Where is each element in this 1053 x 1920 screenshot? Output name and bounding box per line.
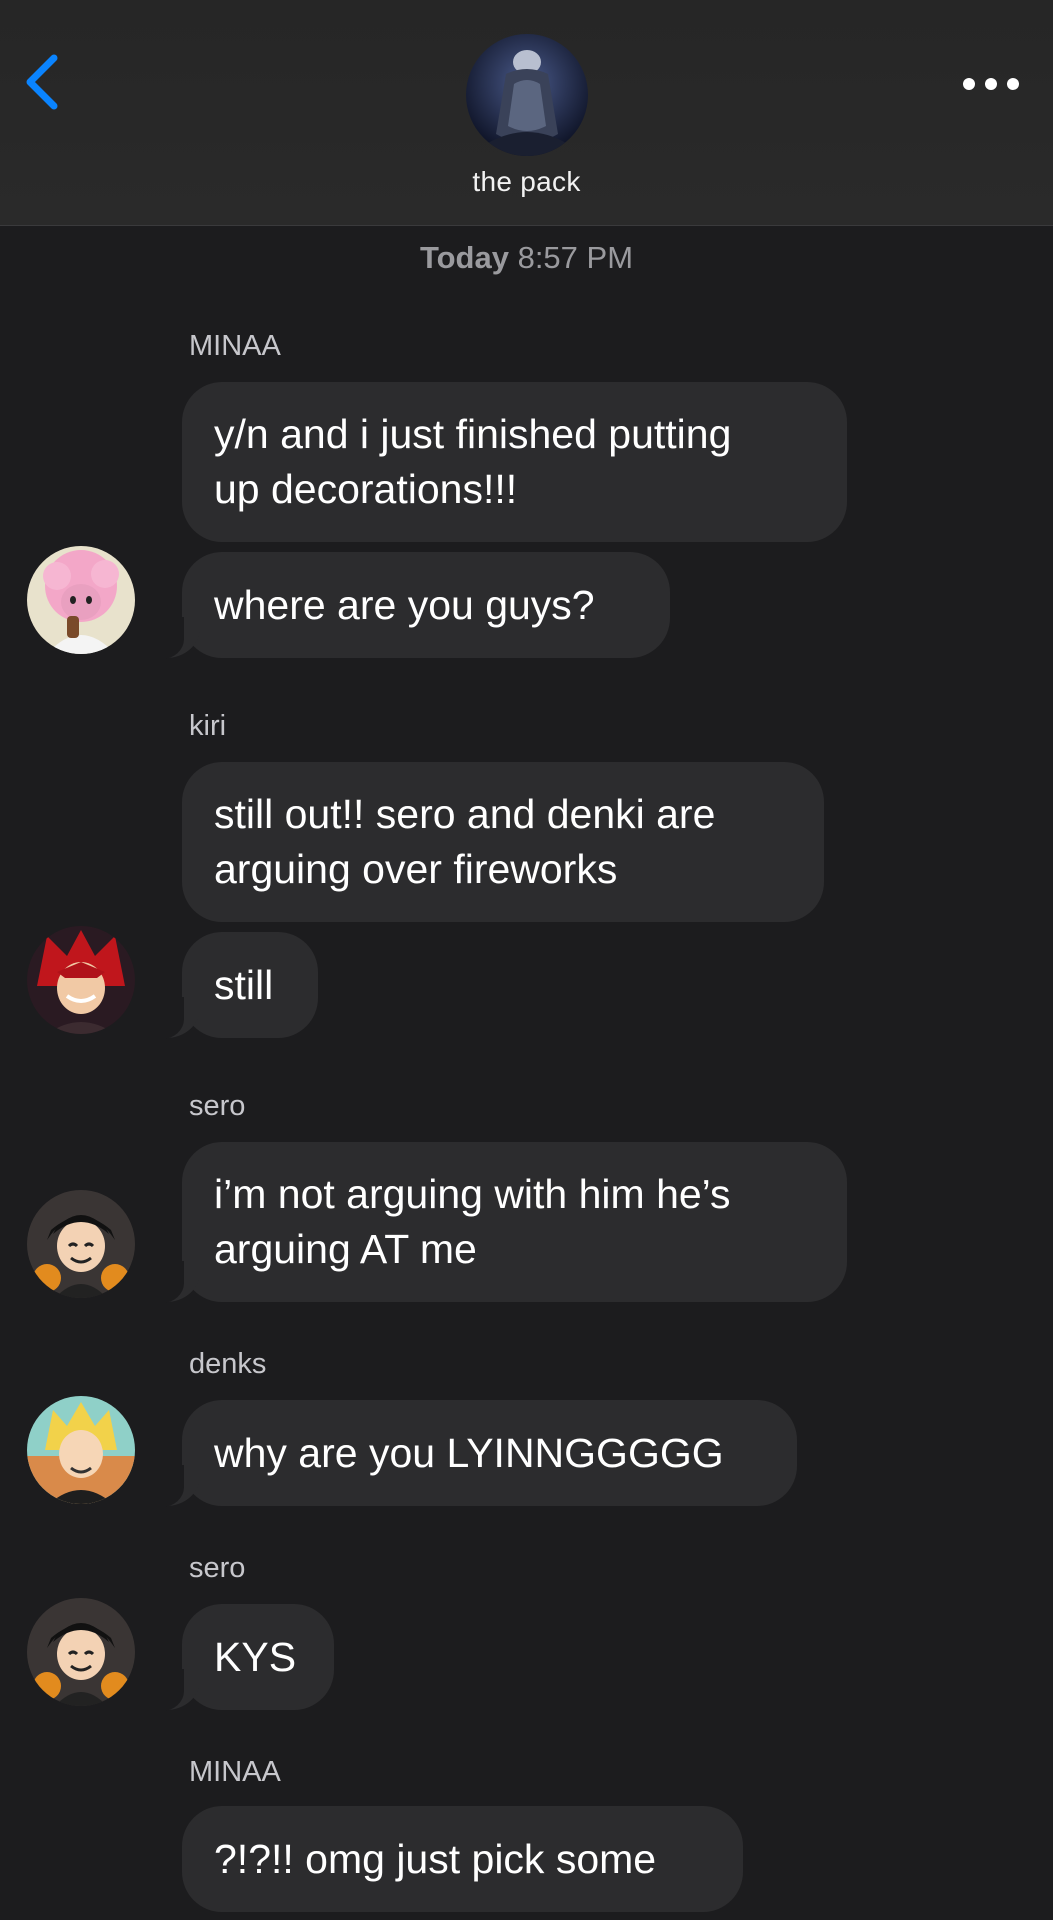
message-bubble[interactable]: i’m not arguing with him he’s arguing AT… [152, 1142, 847, 1303]
message-text: ?!?!! omg just pick some [214, 1835, 657, 1882]
chat-header: the pack [0, 0, 1053, 226]
sender-name: denks [189, 1348, 267, 1380]
message-text: why are you LYINNGGGGG [214, 1429, 724, 1476]
sender-name: MINAA [189, 1756, 281, 1788]
message-text: where are you guys? [214, 581, 595, 628]
message-bubble[interactable]: ?!?!! omg just pick some [182, 1806, 743, 1912]
avatar-denks[interactable] [27, 1396, 135, 1504]
message-text: i’m not arguing with him he’s arguing AT… [214, 1171, 731, 1272]
sender-name: kiri [189, 710, 227, 742]
message-text: KYS [214, 1633, 297, 1680]
message-text: still [214, 961, 274, 1008]
avatar-sero[interactable] [27, 1598, 135, 1706]
timestamp-time: 8:57 PM [517, 240, 634, 275]
avatar-kiri[interactable] [27, 926, 135, 1034]
message-bubble[interactable]: where are you guys? [152, 552, 670, 659]
message-bubble[interactable]: why are you LYINNGGGGG [152, 1400, 797, 1507]
message-timestamp: Today 8:57 PM [0, 240, 1053, 276]
group-avatar[interactable] [466, 34, 588, 156]
more-options-button[interactable] [963, 72, 1019, 96]
message-bubble[interactable]: y/n and i just finished putting up decor… [182, 382, 847, 542]
message-text: y/n and i just finished putting up decor… [214, 411, 732, 512]
timestamp-day: Today [419, 240, 509, 275]
avatar-sero[interactable] [27, 1190, 135, 1298]
message-bubble[interactable]: still out!! sero and denki are arguing o… [182, 762, 824, 922]
back-button[interactable] [18, 50, 68, 110]
message-bubble[interactable]: still [152, 932, 318, 1039]
more-horizontal-icon [963, 78, 1019, 90]
message-text: still out!! sero and denki are arguing o… [214, 791, 716, 892]
sender-name: sero [189, 1552, 246, 1584]
message-bubble[interactable]: KYS [152, 1604, 334, 1711]
chevron-left-icon [26, 54, 58, 110]
sender-name: MINAA [189, 330, 281, 362]
group-name: the pack [472, 166, 581, 197]
avatar-minaa[interactable] [27, 546, 135, 654]
sender-name: sero [189, 1090, 246, 1122]
